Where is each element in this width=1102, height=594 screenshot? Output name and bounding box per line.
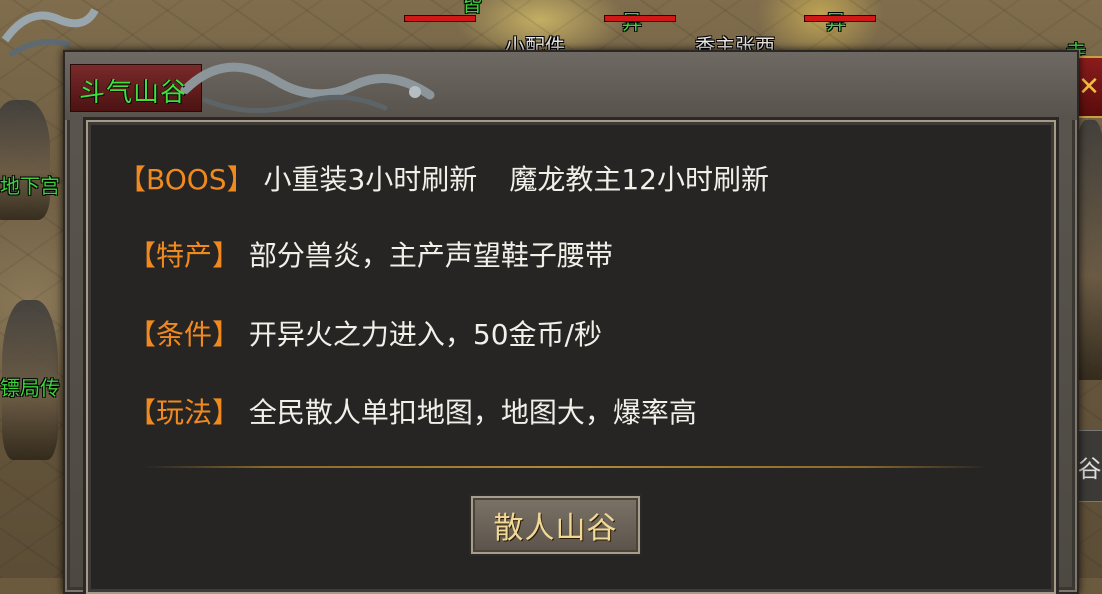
row-text: 全民散人单扣地图，地图大，爆率高 bbox=[248, 396, 697, 429]
npc-figure[interactable] bbox=[0, 100, 50, 220]
hp-bar bbox=[605, 16, 675, 21]
row-text: 部分兽炎，主产声望鞋子腰带 bbox=[248, 239, 613, 272]
side-tab[interactable]: 谷 bbox=[1075, 430, 1102, 502]
dialog-titlebar[interactable]: 斗气山谷 bbox=[65, 52, 1077, 120]
row-tag: 【条件】 bbox=[128, 318, 241, 351]
hp-bar bbox=[405, 16, 475, 21]
dialog-title: 斗气山谷 bbox=[79, 78, 188, 108]
npc-name[interactable]: 皆 bbox=[462, 0, 482, 17]
close-icon: ✕ bbox=[1078, 72, 1100, 102]
hp-bar bbox=[805, 16, 875, 21]
row-text: 开异火之力进入，50金币/秒 bbox=[248, 318, 602, 351]
info-row-boss: 【BOOS】 小重装3小时刷新 魔龙教主12小时刷新 bbox=[118, 158, 769, 198]
info-row-product: 【特产】 部分兽炎，主产声望鞋子腰带 bbox=[128, 234, 613, 274]
dragon-ornament-icon bbox=[180, 62, 435, 114]
info-row-gameplay: 【玩法】 全民散人单扣地图，地图大，爆率高 bbox=[128, 391, 697, 431]
row-text: 小重装3小时刷新 bbox=[263, 163, 478, 196]
row-text-secondary: 魔龙教主12小时刷新 bbox=[509, 163, 769, 196]
divider bbox=[143, 466, 989, 468]
npc-name[interactable]: 地下宫 bbox=[0, 170, 60, 199]
enter-map-button[interactable]: 散人山谷 bbox=[469, 494, 642, 556]
row-tag: 【BOOS】 bbox=[118, 163, 255, 196]
row-tag: 【特产】 bbox=[128, 239, 241, 272]
info-row-condition: 【条件】 开异火之力进入，50金币/秒 bbox=[128, 313, 602, 353]
row-tag: 【玩法】 bbox=[128, 396, 241, 429]
npc-name[interactable]: 镖局传 bbox=[0, 372, 60, 401]
